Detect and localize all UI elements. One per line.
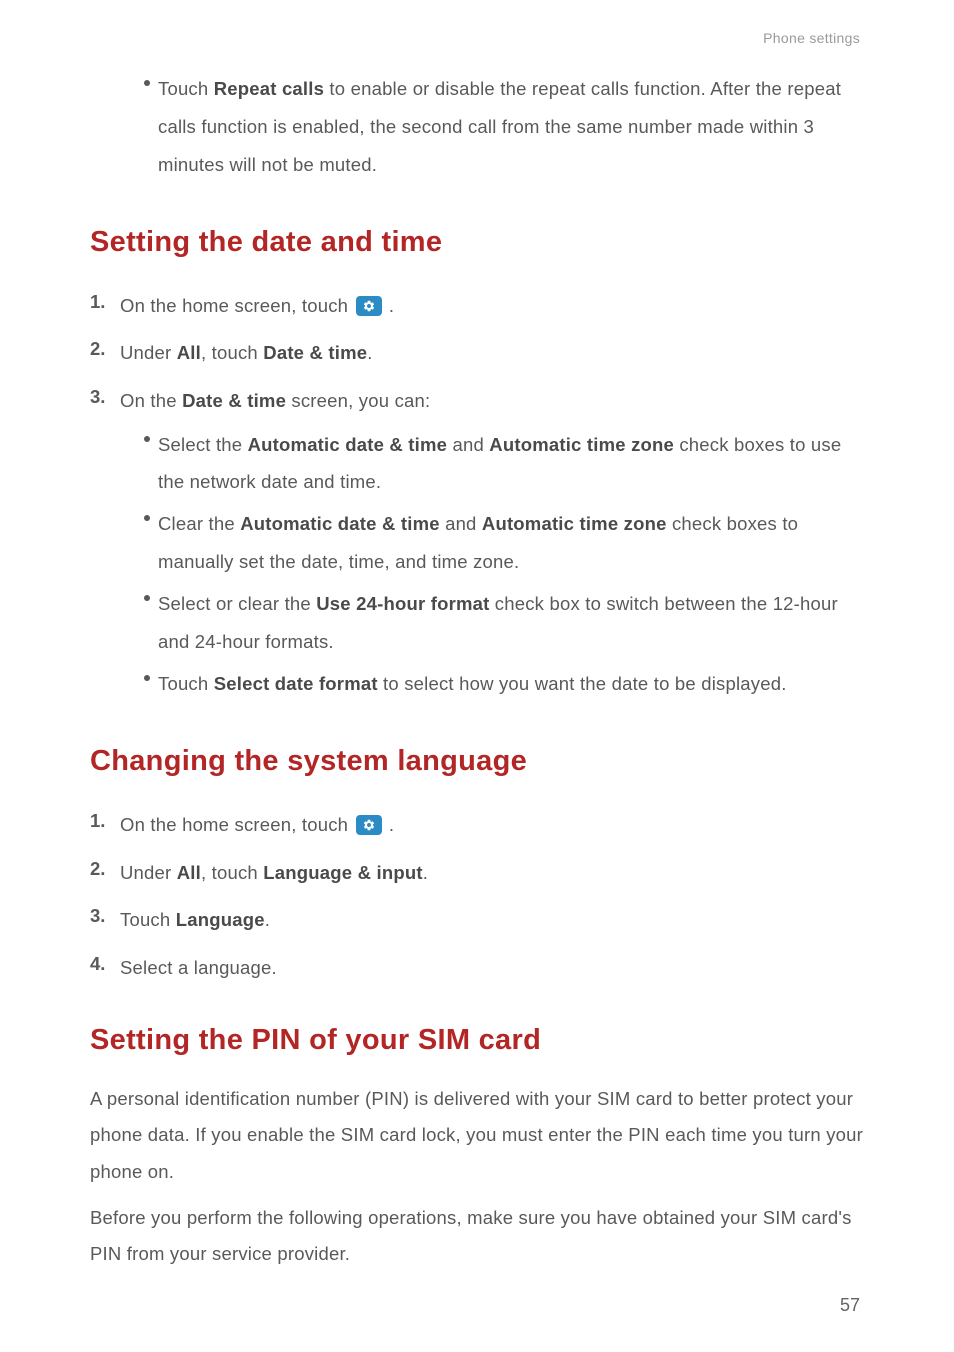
step-2: 2. Under All, touch Date & time. — [90, 338, 864, 368]
text-run: Select the — [158, 434, 248, 455]
text-run: Touch — [120, 909, 176, 930]
bullet-icon — [144, 80, 150, 86]
step-number: 4. — [90, 953, 120, 983]
bold-text: Repeat calls — [214, 78, 324, 99]
list-item: Select or clear the Use 24-hour format c… — [144, 585, 864, 661]
document-page: Phone settings Touch Repeat calls to ena… — [0, 0, 954, 1272]
step-text: Touch Language. — [120, 905, 864, 935]
bold-text: Date & time — [182, 390, 286, 411]
list-item: Touch Select date format to select how y… — [144, 665, 864, 703]
text-run: On the home screen, touch — [120, 814, 354, 835]
bold-text: Date & time — [263, 342, 367, 363]
section-heading-sim-pin: Setting the PIN of your SIM card — [90, 1024, 864, 1057]
bold-text: Use 24-hour format — [316, 593, 489, 614]
text-run: On the home screen, touch — [120, 295, 354, 316]
step-number: 3. — [90, 905, 120, 935]
step-number: 3. — [90, 386, 120, 416]
text-run: . — [367, 342, 372, 363]
text-run: Clear the — [158, 513, 240, 534]
step-text: Under All, touch Date & time. — [120, 338, 864, 368]
step-number: 2. — [90, 858, 120, 888]
step-3: 3. Touch Language. — [90, 905, 864, 935]
bold-text: Automatic time zone — [489, 434, 674, 455]
body-paragraph: A personal identification number (PIN) i… — [90, 1081, 864, 1189]
text-run: Under — [120, 342, 177, 363]
bold-text: Automatic date & time — [248, 434, 448, 455]
bullet-icon — [144, 515, 150, 521]
body-text: Select the Automatic date & time and Aut… — [158, 426, 864, 502]
body-text: Select or clear the Use 24-hour format c… — [158, 585, 864, 661]
text-run: and — [440, 513, 482, 534]
text-run: Select or clear the — [158, 593, 316, 614]
settings-icon — [356, 296, 382, 316]
page-number: 57 — [840, 1295, 860, 1316]
list-item: Clear the Automatic date & time and Auto… — [144, 505, 864, 581]
bold-text: Automatic date & time — [240, 513, 440, 534]
step-number: 2. — [90, 338, 120, 368]
text-run: screen, you can: — [286, 390, 430, 411]
step-number: 1. — [90, 291, 120, 321]
bold-text: All — [177, 862, 201, 883]
text-run: On the — [120, 390, 182, 411]
text-run: Touch — [158, 78, 214, 99]
text-run: , touch — [201, 342, 263, 363]
step-4: 4. Select a language. — [90, 953, 864, 983]
step-text: On the home screen, touch . — [120, 291, 864, 321]
text-run: . — [389, 295, 394, 316]
text-run: and — [447, 434, 489, 455]
step-text: On the home screen, touch . — [120, 810, 864, 840]
breadcrumb: Phone settings — [90, 30, 864, 46]
list-item: Touch Repeat calls to enable or disable … — [144, 70, 864, 184]
settings-icon — [356, 815, 382, 835]
body-text: Touch Repeat calls to enable or disable … — [158, 70, 864, 184]
body-paragraph: Before you perform the following operati… — [90, 1200, 864, 1272]
step-text: Under All, touch Language & input. — [120, 858, 864, 888]
bold-text: Language — [176, 909, 265, 930]
bold-text: Language & input — [263, 862, 422, 883]
bullet-icon — [144, 675, 150, 681]
bullet-icon — [144, 595, 150, 601]
bold-text: Automatic time zone — [482, 513, 667, 534]
bullet-icon — [144, 436, 150, 442]
text-run: , touch — [201, 862, 263, 883]
step-1: 1. On the home screen, touch . — [90, 291, 864, 321]
section-heading-date-time: Setting the date and time — [90, 226, 864, 259]
text-run: . — [423, 862, 428, 883]
body-text: Touch Select date format to select how y… — [158, 665, 864, 703]
text-run: . — [265, 909, 270, 930]
list-item: Select the Automatic date & time and Aut… — [144, 426, 864, 502]
step-3: 3. On the Date & time screen, you can: — [90, 386, 864, 416]
body-text: Clear the Automatic date & time and Auto… — [158, 505, 864, 581]
step-1: 1. On the home screen, touch . — [90, 810, 864, 840]
step-text: Select a language. — [120, 953, 864, 983]
bold-text: Select date format — [214, 673, 378, 694]
step-text: On the Date & time screen, you can: — [120, 386, 864, 416]
text-run: Under — [120, 862, 177, 883]
text-run: to select how you want the date to be di… — [378, 673, 787, 694]
text-run: Touch — [158, 673, 214, 694]
step-2: 2. Under All, touch Language & input. — [90, 858, 864, 888]
bold-text: All — [177, 342, 201, 363]
step-number: 1. — [90, 810, 120, 840]
text-run: . — [389, 814, 394, 835]
section-heading-language: Changing the system language — [90, 745, 864, 778]
